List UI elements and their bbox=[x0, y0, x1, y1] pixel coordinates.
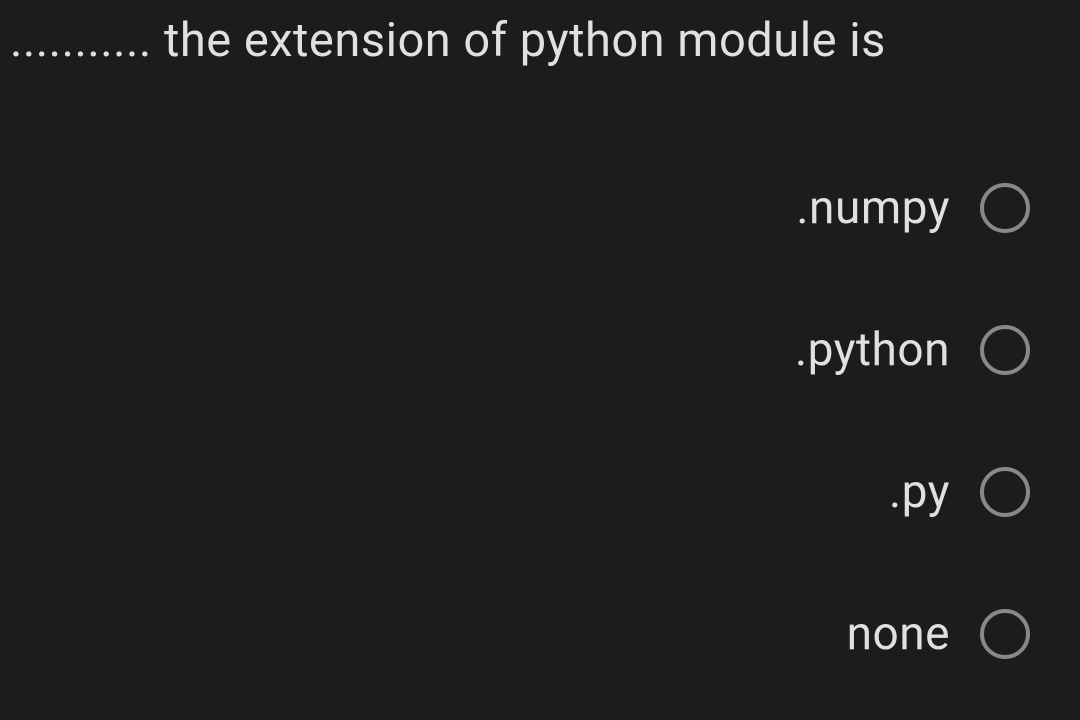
option-row-py[interactable]: .py bbox=[0, 465, 1030, 519]
question-text: ........... the extension of python modu… bbox=[10, 10, 1070, 71]
radio-circle-icon bbox=[980, 325, 1030, 375]
options-container: .numpy .python .py none bbox=[0, 181, 1080, 661]
option-label: .python bbox=[795, 323, 950, 377]
radio-circle-icon bbox=[980, 183, 1030, 233]
radio-circle-icon bbox=[980, 467, 1030, 517]
option-label: .py bbox=[889, 465, 950, 519]
option-row-python[interactable]: .python bbox=[0, 323, 1030, 377]
option-row-none[interactable]: none bbox=[0, 607, 1030, 661]
option-label: .numpy bbox=[796, 181, 950, 235]
radio-circle-icon bbox=[980, 609, 1030, 659]
option-row-numpy[interactable]: .numpy bbox=[0, 181, 1030, 235]
option-label: none bbox=[847, 607, 950, 661]
question-container: ........... the extension of python modu… bbox=[0, 0, 1080, 71]
